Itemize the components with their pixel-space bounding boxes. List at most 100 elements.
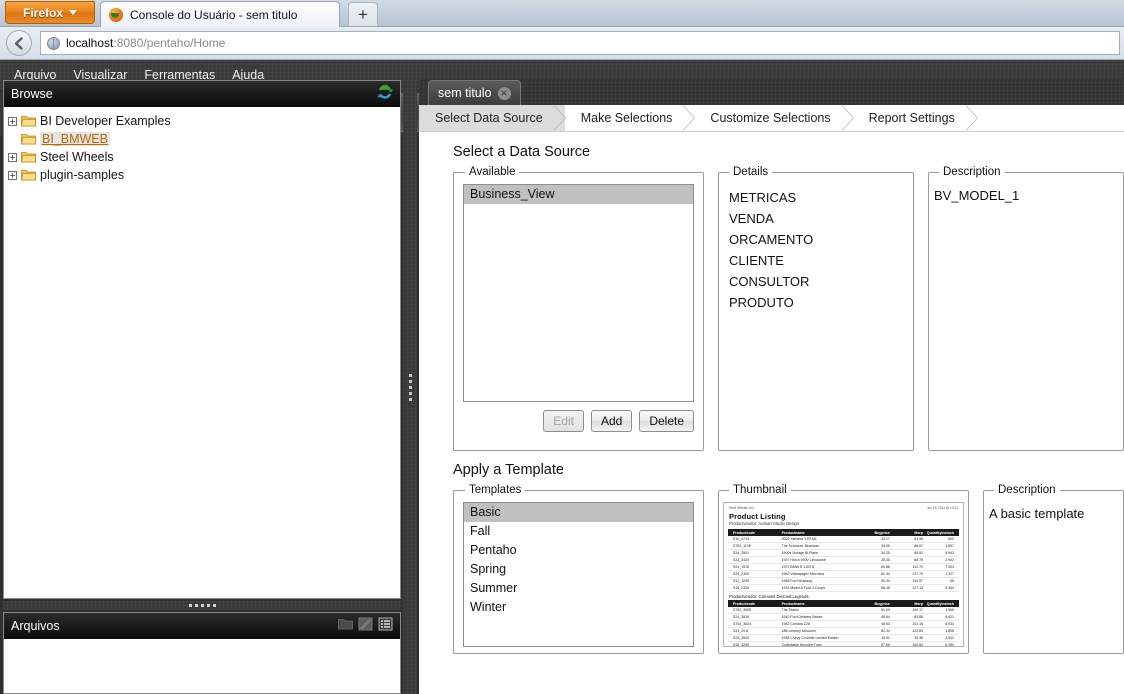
- thumb-cell: The Schooner Bluenose: [781, 544, 820, 548]
- thumb-col: Msrp: [914, 530, 924, 535]
- thumb-cell: 28.30: [881, 558, 890, 562]
- browser-tab-active[interactable]: Console do Usuário - sem titulo: [100, 1, 340, 27]
- thumb-cell: 81.36: [914, 537, 924, 541]
- templates-listbox[interactable]: Basic Fall Pentaho Spring Summer Winter: [463, 502, 694, 647]
- back-button[interactable]: [6, 30, 32, 56]
- tree-node-label: plugin-samples: [40, 168, 125, 182]
- tree-node-bi-bmweb[interactable]: BI_BMWEB: [6, 130, 400, 148]
- expand-icon[interactable]: +: [8, 152, 17, 162]
- details-legend: Details: [733, 166, 769, 178]
- thumb-table-row: S24_2841 1900s Vintage Bi-Plane 34.25 68.51…: [728, 550, 959, 557]
- firefox-menu-button[interactable]: Firefox: [5, 1, 95, 24]
- thumb-date: Jun 15, 2011 @ 10:21: [926, 506, 958, 510]
- document-tab[interactable]: sem titulo ×: [428, 80, 521, 105]
- list-ghost-row: [464, 230, 693, 243]
- grip-dot: [206, 604, 210, 607]
- firefox-menu-label: Firefox: [22, 5, 63, 20]
- browser-titlebar: Firefox Console do Usuário - sem titulo …: [0, 0, 1124, 27]
- thumb-cell: 1962 Volkswagen Microbus: [781, 572, 825, 576]
- data-source-heading: Select a Data Source: [453, 144, 591, 160]
- available-group: Available Business_View Edit Add Delete: [453, 166, 704, 451]
- thumb-cell: 6,934: [945, 622, 954, 626]
- thumb-cell: 1968 Ford Mustang: [781, 579, 812, 583]
- details-item: METRICAS: [729, 190, 797, 205]
- expand-icon[interactable]: +: [8, 170, 17, 180]
- tree-node-bi-developer-examples[interactable]: + BI Developer Examples: [6, 112, 400, 130]
- thumb-cell: 6,450: [945, 643, 954, 647]
- tree-node-steel-wheels[interactable]: + Steel Wheels: [6, 148, 400, 166]
- thumb-table-row: S700_3505 The Titanic 51.09 100.17 1,956: [728, 607, 959, 614]
- thumbnail-legend: Thumbnail: [733, 484, 787, 496]
- list-ghost-row: [464, 217, 693, 230]
- thumb-subtitle: Productvendor: Autoart Studio Design: [729, 521, 800, 526]
- add-button[interactable]: Add: [590, 410, 633, 432]
- grip-dot: [408, 379, 412, 383]
- list-item[interactable]: Winter: [464, 598, 693, 617]
- thumb-cell: 5,942: [945, 551, 954, 555]
- grip-dot: [212, 604, 216, 607]
- list-item[interactable]: Summer: [464, 579, 693, 598]
- thumb-table-row: S10_4713 2002 Yamaha YZR M1 34.17 81.36 600: [728, 536, 959, 543]
- wizard-step-report-settings[interactable]: Report Settings: [852, 105, 978, 131]
- thumb-cell: S24_3816: [733, 615, 749, 619]
- close-icon[interactable]: ×: [497, 86, 511, 100]
- refresh-icon[interactable]: [377, 84, 393, 105]
- thumb-cell: 600: [948, 537, 954, 541]
- new-tab-button[interactable]: +: [348, 2, 378, 26]
- thumb-col: Productcode: [733, 601, 755, 606]
- thumb-table-row: S24_2011 18th century schooner 82.34 122.89…: [728, 628, 959, 635]
- details-item: VENDA: [729, 211, 774, 226]
- thumb-cell: 194.57: [912, 579, 924, 583]
- list-item[interactable]: Spring: [464, 560, 693, 579]
- wizard-step-make-selections[interactable]: Make Selections: [564, 105, 696, 131]
- files-panel-title: Arquivos: [11, 619, 60, 633]
- thumb-cell: S700_3624: [733, 622, 751, 626]
- list-item[interactable]: Pentaho: [464, 541, 693, 560]
- thumb-cell: 18th century schooner: [781, 629, 817, 633]
- folder-view-icon[interactable]: [338, 617, 353, 635]
- thumb-col: Buyprice: [874, 601, 890, 606]
- wizard-step-label: Customize Selections: [710, 111, 831, 125]
- tree-node-label: Steel Wheels: [40, 150, 114, 164]
- tree-node-plugin-samples[interactable]: + plugin-samples: [6, 166, 400, 184]
- application-window: Firefox Console do Usuário - sem titulo …: [0, 0, 1124, 694]
- list-item[interactable]: Business_View: [464, 185, 693, 204]
- thumb-cell: Collectable Wooden Train: [781, 643, 822, 647]
- wizard-step-customize-selections[interactable]: Customize Selections: [694, 105, 854, 131]
- thumb-cell: 1900s Vintage Bi-Plane: [781, 551, 819, 555]
- list-item[interactable]: Fall: [464, 522, 693, 541]
- thumb-cell: S24_2840: [733, 636, 749, 640]
- wizard-step-select-data-source[interactable]: Select Data Source: [419, 105, 566, 131]
- thumb-cell: 68.51: [914, 551, 924, 555]
- url-bar[interactable]: localhost:8080/pentaho/Home: [40, 31, 1120, 55]
- edit-button[interactable]: Edit: [543, 410, 584, 432]
- folder-icon: [21, 115, 36, 127]
- thumb-cell: S18_3259: [733, 643, 749, 647]
- wizard-step-label: Make Selections: [580, 111, 673, 125]
- wizard-steps: Select Data Source Make Selections Custo…: [419, 105, 1124, 132]
- thumb-cell: 1,956: [945, 608, 954, 612]
- thumbnail-group: Thumbnail Steel Wheels, Inc. Jun 15, 201…: [718, 484, 969, 654]
- horizontal-splitter[interactable]: [3, 601, 401, 610]
- available-listbox[interactable]: Business_View: [463, 184, 694, 402]
- browse-panel: Browse + BI Developer Examples BI_BMWEB …: [3, 80, 401, 599]
- detail-view-icon[interactable]: [358, 617, 373, 636]
- datasource-description-text: BV_MODEL_1: [934, 188, 1020, 203]
- thumb-cell: 95.34: [881, 579, 890, 583]
- thumb-cell: 1997 BMW R 1100 S: [781, 565, 815, 569]
- thumb-cell: S24_2841: [733, 551, 749, 555]
- thumb-cell: 1940 Ford Delivery Sedan: [781, 615, 823, 619]
- list-view-icon[interactable]: [378, 617, 393, 636]
- chevron-down-icon: [69, 10, 77, 15]
- back-arrow-icon: [14, 36, 23, 50]
- thumb-table-row: S24_3816 1940 Ford Delivery Sedan 48.64 83.…: [728, 614, 959, 621]
- delete-button[interactable]: Delete: [639, 410, 694, 432]
- thumb-cell: S24_1578: [733, 565, 749, 569]
- vertical-splitter[interactable]: [403, 80, 417, 694]
- data-source-buttons: Edit Add Delete: [463, 410, 694, 432]
- expand-icon[interactable]: +: [8, 116, 17, 126]
- thumb-table-row: S24_2840 1958 Chevy Corvette Limited Edit…: [728, 635, 959, 642]
- list-ghost-row: [464, 204, 693, 217]
- thumb-table-row: S18_2325 1932 Model A Ford J-Coupe 58.48 12…: [728, 585, 959, 592]
- list-item[interactable]: Basic: [464, 503, 693, 522]
